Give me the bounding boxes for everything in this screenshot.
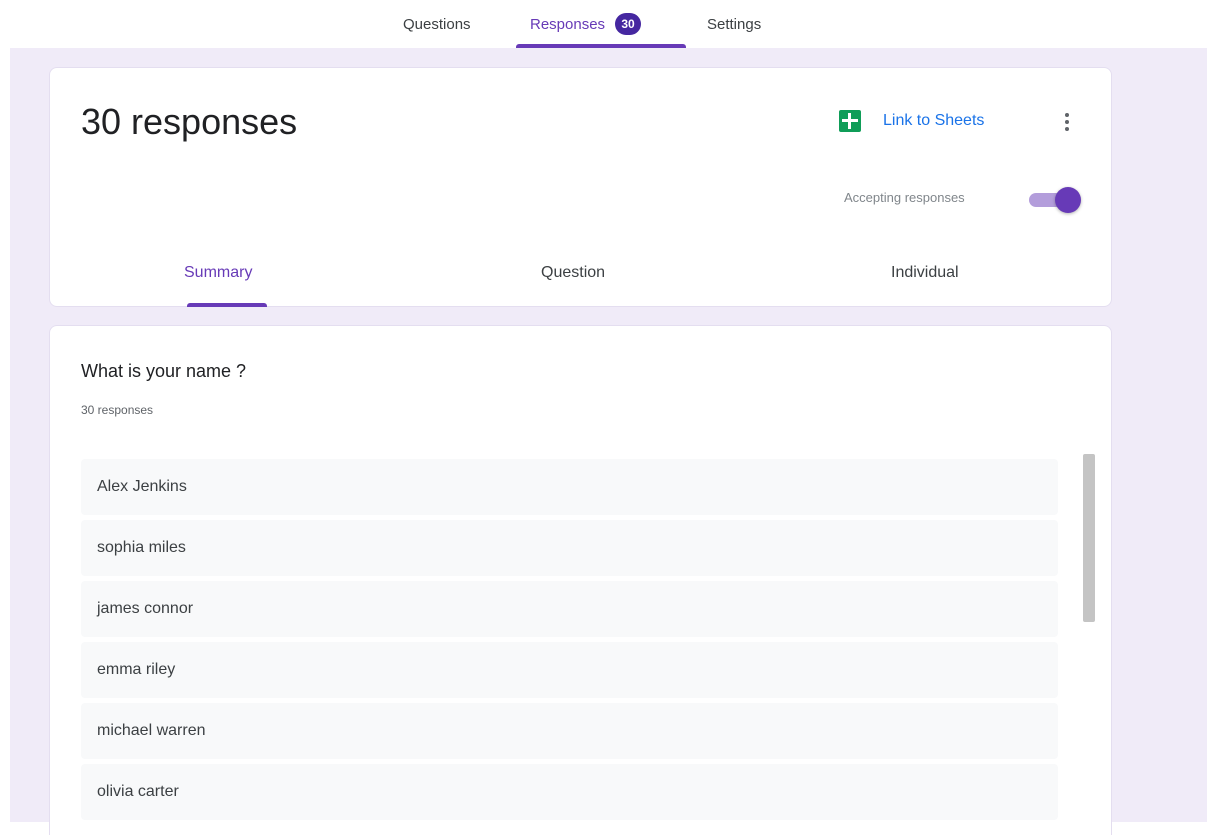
tab-questions[interactable]: Questions [403, 0, 471, 48]
tab-responses-label: Responses [530, 15, 606, 33]
tab-settings-label: Settings [707, 15, 762, 33]
tab-responses[interactable]: Responses 30 [530, 0, 642, 48]
list-item: Alex Jenkins [81, 459, 1058, 515]
top-navigation: Questions Responses 30 Settings [0, 0, 1207, 48]
list-item: james connor [81, 581, 1058, 637]
response-list-scrollbar[interactable] [1083, 454, 1095, 622]
more-options-button[interactable] [1055, 108, 1079, 136]
subtab-individual-label: Individual [891, 264, 959, 281]
responses-title: 30 responses [81, 101, 298, 142]
subtab-summary[interactable]: Summary [184, 264, 252, 282]
responses-header-card: 30 responses Link to Sheets Accepting re… [49, 67, 1112, 307]
list-item: sophia miles [81, 520, 1058, 576]
sheets-icon [839, 110, 861, 132]
link-to-sheets-label: Link to Sheets [883, 112, 985, 129]
accepting-responses-toggle[interactable] [1029, 186, 1085, 213]
tab-settings[interactable]: Settings [707, 0, 761, 48]
accepting-responses-label: Accepting responses [844, 190, 965, 205]
more-vert-icon [1065, 113, 1069, 117]
response-list: Alex Jenkins sophia miles james connor e… [81, 459, 1058, 825]
tab-questions-label: Questions [403, 15, 471, 33]
question-response-count: 30 responses [81, 403, 154, 417]
subtab-question[interactable]: Question [541, 264, 605, 282]
subtab-summary-label: Summary [184, 264, 253, 281]
subtab-individual[interactable]: Individual [891, 264, 959, 282]
subtab-question-label: Question [541, 264, 606, 281]
question-title: What is your name ? [81, 361, 247, 381]
toggle-knob [1055, 187, 1081, 213]
active-subtab-indicator [187, 303, 267, 307]
responses-count-badge: 30 [615, 13, 642, 35]
list-item: emma riley [81, 642, 1058, 698]
list-item: michael warren [81, 703, 1058, 759]
question-summary-card: What is your name ? 30 responses Alex Je… [49, 325, 1112, 835]
list-item: olivia carter [81, 764, 1058, 820]
link-to-sheets-button[interactable]: Link to Sheets [839, 110, 984, 132]
